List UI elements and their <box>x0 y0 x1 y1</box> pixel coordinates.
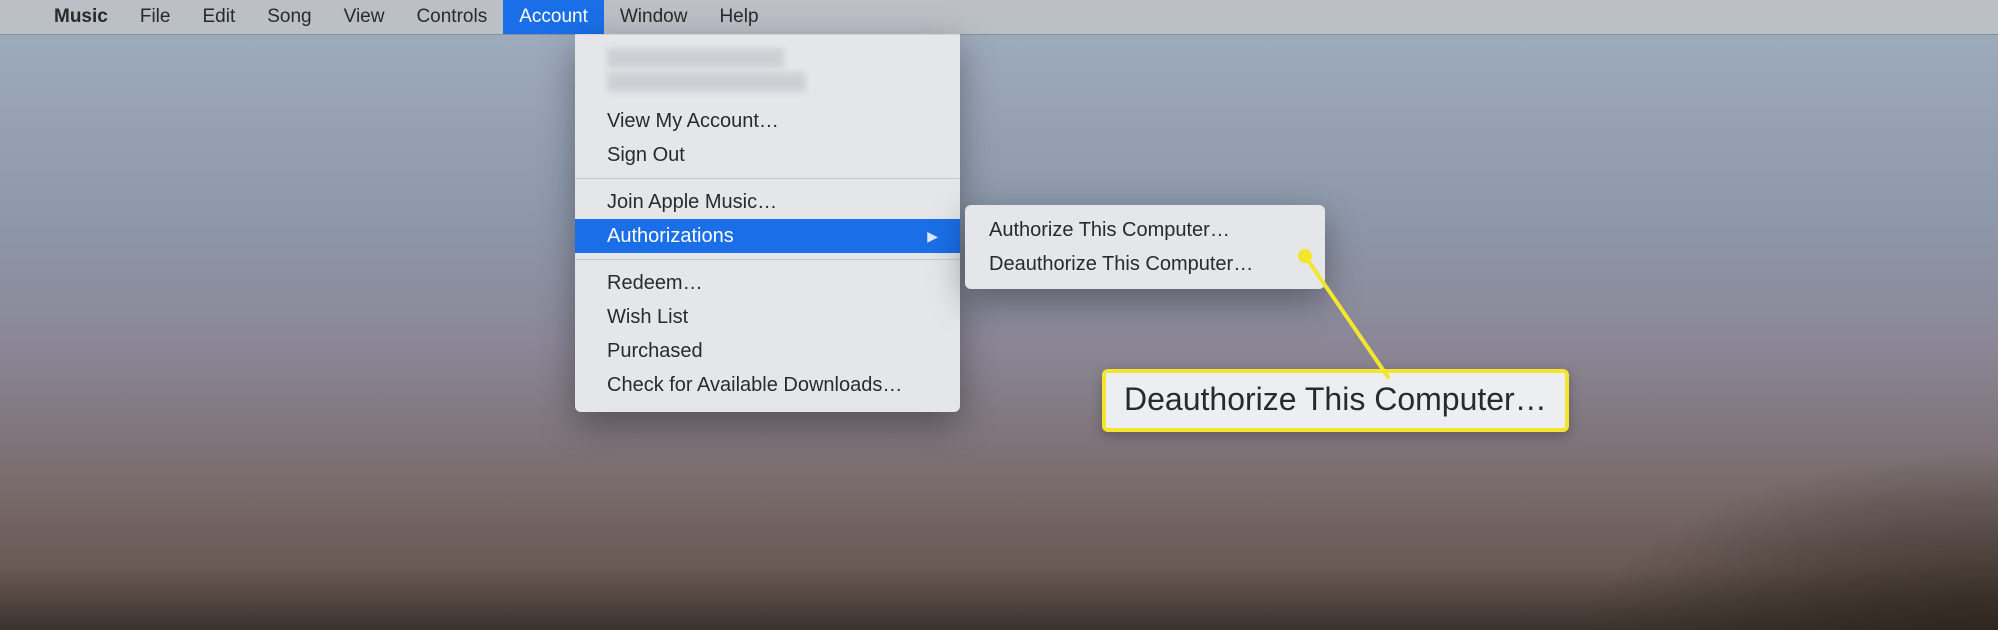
annotation-dot-icon <box>1298 249 1312 263</box>
menu-wish-list[interactable]: Wish List <box>575 300 960 334</box>
menu-separator <box>575 178 960 179</box>
desktop-hill-silhouette <box>1438 400 1998 630</box>
menu-sign-out[interactable]: Sign Out <box>575 138 960 172</box>
annotation-callout: Deauthorize This Computer… <box>1102 369 1569 432</box>
menu-account[interactable]: Account <box>503 0 604 34</box>
menu-item-label: Authorize This Computer… <box>989 219 1230 241</box>
menu-edit[interactable]: Edit <box>186 0 251 34</box>
menu-purchased[interactable]: Purchased <box>575 334 960 368</box>
menu-item-label: Check for Available Downloads… <box>607 372 902 398</box>
menu-item-label: Join Apple Music… <box>607 189 777 215</box>
menu-item-label: Authorizations <box>607 223 734 249</box>
menu-item-label: Wish List <box>607 304 688 330</box>
account-name-blurred <box>607 48 784 68</box>
submenu-authorize[interactable]: Authorize This Computer… <box>965 213 1325 247</box>
menu-check-downloads[interactable]: Check for Available Downloads… <box>575 368 960 402</box>
menu-view[interactable]: View <box>328 0 401 34</box>
menu-redeem[interactable]: Redeem… <box>575 266 960 300</box>
menu-file[interactable]: File <box>124 0 187 34</box>
menu-item-label: Sign Out <box>607 142 685 168</box>
menu-help[interactable]: Help <box>703 0 774 34</box>
submenu-arrow-icon: ▶ <box>927 223 938 249</box>
menu-item-label: Redeem… <box>607 270 703 296</box>
menu-bar: Music File Edit Song View Controls Accou… <box>0 0 1998 34</box>
menu-item-label: View My Account… <box>607 108 779 134</box>
authorizations-submenu: Authorize This Computer… Deauthorize Thi… <box>965 205 1325 289</box>
menu-separator <box>575 259 960 260</box>
account-dropdown: View My Account… Sign Out Join Apple Mus… <box>575 34 960 412</box>
menu-authorizations[interactable]: Authorizations ▶ <box>575 219 960 253</box>
menu-view-my-account[interactable]: View My Account… <box>575 104 960 138</box>
account-identity-block <box>575 40 960 104</box>
account-email-blurred <box>607 72 806 92</box>
menu-controls[interactable]: Controls <box>400 0 503 34</box>
app-name-menu[interactable]: Music <box>38 0 124 34</box>
menu-item-label: Deauthorize This Computer… <box>989 253 1253 275</box>
menu-song[interactable]: Song <box>251 0 327 34</box>
menu-join-apple-music[interactable]: Join Apple Music… <box>575 185 960 219</box>
submenu-deauthorize[interactable]: Deauthorize This Computer… <box>965 247 1325 281</box>
menu-item-label: Purchased <box>607 338 703 364</box>
menu-window[interactable]: Window <box>604 0 704 34</box>
annotation-callout-text: Deauthorize This Computer… <box>1124 381 1547 417</box>
